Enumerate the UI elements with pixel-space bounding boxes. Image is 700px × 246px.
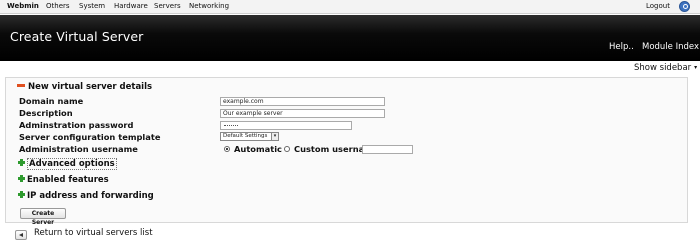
template-select[interactable]: Default Settings ▾ [220,132,279,141]
page-title: Create Virtual Server [10,29,144,44]
create-server-button[interactable]: Create Server [20,208,66,226]
menu-webmin[interactable]: Webmin [7,2,39,10]
ip-address-toggle[interactable]: IP address and forwarding [18,191,154,201]
expand-icon [18,175,25,182]
menu-others[interactable]: Others [46,2,70,10]
top-menu-bar: Webmin Others System Hardware Servers Ne… [0,0,700,14]
custom-username-radio[interactable] [284,146,290,152]
password-mask [224,125,238,126]
show-sidebar-label: Show sidebar [634,63,692,73]
chevron-down-icon: ▾ [694,64,698,71]
menu-servers[interactable]: Servers [154,2,181,10]
form-panel: New virtual server details Domain name e… [5,77,688,226]
back-arrow-icon[interactable] [15,230,27,240]
expand-icon [18,159,25,166]
module-index-link[interactable]: Module Index [642,42,699,52]
description-label: Description [19,108,73,118]
enabled-features-label: Enabled features [27,175,109,185]
menu-networking[interactable]: Networking [189,2,229,10]
domain-name-input[interactable]: example.com [220,97,385,106]
logout-link[interactable]: Logout [646,2,670,10]
section-title: New virtual server details [28,82,153,92]
help-link[interactable]: Help.. [609,42,634,52]
show-sidebar-toggle[interactable]: Show sidebar ▾ [634,63,697,73]
dropdown-arrow-icon: ▾ [271,133,278,140]
admin-password-label: Adminstration password [19,120,134,130]
search-icon[interactable] [679,1,690,12]
automatic-radio-label[interactable]: Automatic [234,144,282,154]
description-input[interactable]: Our example server [220,109,385,118]
enabled-features-toggle[interactable]: Enabled features [18,175,109,185]
template-selected-value: Default Settings [223,133,268,139]
advanced-options-label: Advanced options [27,158,117,170]
custom-username-input[interactable] [362,145,413,154]
admin-password-input[interactable] [220,121,352,130]
section-header-new-server[interactable]: New virtual server details [17,82,152,92]
page-header: Create Virtual Server Help.. Module Inde… [0,15,700,61]
expand-icon [18,191,25,198]
return-link[interactable]: Return to virtual servers list [34,228,153,238]
admin-username-label: Administration username [19,144,138,154]
menu-hardware[interactable]: Hardware [114,2,148,10]
advanced-options-toggle[interactable]: Advanced options [18,158,117,170]
domain-name-label: Domain name [19,96,84,106]
template-label: Server configuration template [19,132,161,142]
menu-system[interactable]: System [79,2,105,10]
collapse-icon [17,84,25,87]
automatic-radio[interactable] [224,146,230,152]
ip-address-label: IP address and forwarding [27,191,154,201]
